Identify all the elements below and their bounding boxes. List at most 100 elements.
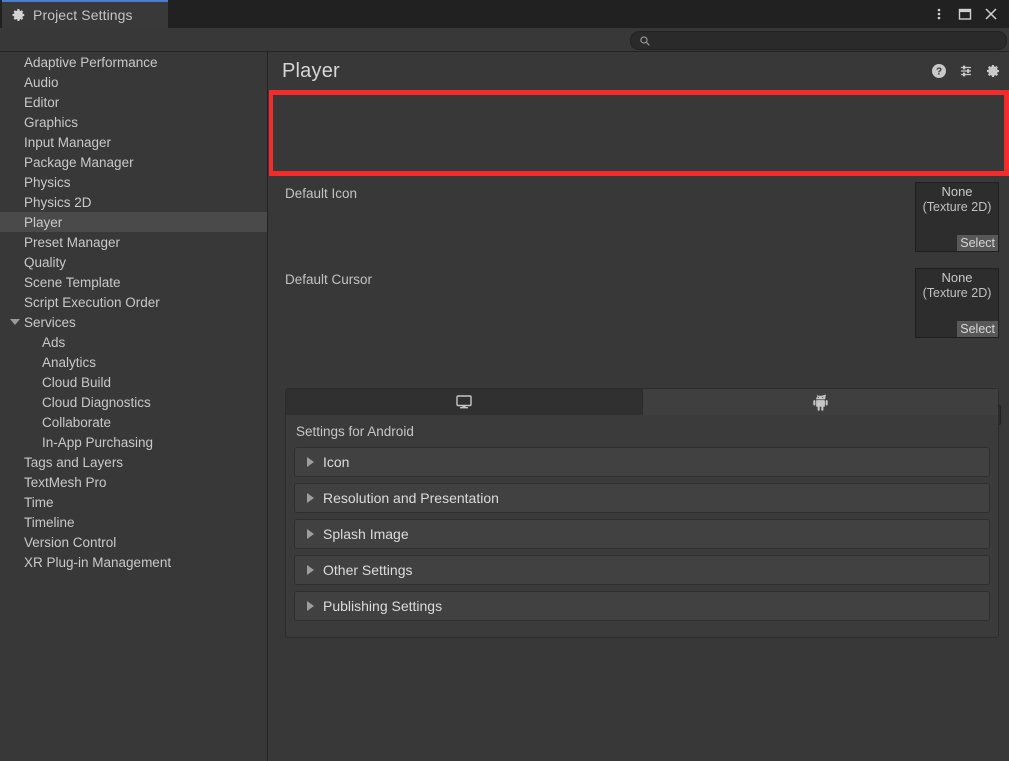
default-cursor-value: None (941, 270, 973, 285)
foldout-resolution-and-presentation[interactable]: Resolution and Presentation (294, 483, 990, 513)
svg-text:?: ? (936, 67, 942, 78)
sidebar-item-audio[interactable]: Audio (0, 72, 267, 92)
default-icon-object-field[interactable]: None (Texture 2D) Select (915, 182, 999, 252)
sidebar-item-cloud-build[interactable]: Cloud Build (0, 372, 267, 392)
sidebar-item-label: Graphics (24, 114, 79, 130)
sidebar-item-in-app-purchasing[interactable]: In-App Purchasing (0, 432, 267, 452)
chevron-right-icon[interactable] (307, 457, 314, 467)
tab-label: Project Settings (33, 7, 133, 23)
settings-sidebar[interactable]: Adaptive Performance Audio Editor Graphics I… (0, 52, 268, 761)
sidebar-item-physics[interactable]: Physics (0, 172, 267, 192)
highlight-box (269, 90, 1009, 176)
sidebar-item-label: Quality (24, 254, 67, 270)
sidebar-item-label: Tags and Layers (24, 454, 124, 470)
sidebar-item-physics-2d[interactable]: Physics 2D (0, 192, 267, 212)
sidebar-item-label: Physics 2D (24, 194, 92, 210)
sidebar-item-graphics[interactable]: Graphics (0, 112, 267, 132)
default-icon-value: None (941, 184, 973, 199)
sidebar-item-label: Player (24, 214, 63, 230)
sidebar-item-textmesh-pro[interactable]: TextMesh Pro (0, 472, 267, 492)
page-title: Player (282, 59, 340, 82)
foldout-label: Resolution and Presentation (323, 490, 499, 506)
default-cursor-label: Default Cursor (285, 272, 373, 287)
sidebar-item-time[interactable]: Time (0, 492, 267, 512)
settings-gear-icon[interactable] (985, 63, 1001, 79)
sidebar-item-analytics[interactable]: Analytics (0, 352, 267, 372)
panel-header-icons: ? (931, 52, 1001, 90)
window-controls (927, 0, 1003, 28)
sidebar-item-tags-and-layers[interactable]: Tags and Layers (0, 452, 267, 472)
default-cursor-object-field[interactable]: None (Texture 2D) Select (915, 268, 999, 338)
default-icon-type: (Texture 2D) (922, 200, 992, 214)
android-icon (813, 394, 828, 411)
sidebar-item-input-manager[interactable]: Input Manager (0, 132, 267, 152)
panel-header: Player ? (269, 52, 1009, 90)
foldout-other-settings[interactable]: Other Settings (294, 555, 990, 585)
foldout-label: Publishing Settings (323, 598, 443, 614)
sidebar-item-label: Ads (42, 334, 66, 350)
default-icon-select-button[interactable]: Select (957, 235, 998, 251)
sidebar-item-label: Script Execution Order (24, 294, 160, 310)
default-cursor-type: (Texture 2D) (922, 286, 992, 300)
tab-project-settings[interactable]: Project Settings (2, 0, 168, 28)
close-icon[interactable] (979, 2, 1003, 26)
sidebar-item-editor[interactable]: Editor (0, 92, 267, 112)
chevron-right-icon[interactable] (307, 529, 314, 539)
project-settings-window: Project Settings Adaptive Performance Au… (0, 0, 1009, 761)
chevron-right-icon[interactable] (307, 601, 314, 611)
sidebar-item-label: In-App Purchasing (42, 434, 154, 450)
sidebar-item-label: Cloud Build (42, 374, 112, 390)
foldout-splash-image[interactable]: Splash Image (294, 519, 990, 549)
sidebar-item-label: Scene Template (24, 274, 121, 290)
platform-tab-standalone[interactable] (286, 389, 643, 415)
sidebar-item-preset-manager[interactable]: Preset Manager (0, 232, 267, 252)
sidebar-item-player[interactable]: Player (0, 212, 267, 232)
chevron-right-icon[interactable] (307, 565, 314, 575)
sidebar-item-label: Package Manager (24, 154, 134, 170)
preset-icon[interactable] (958, 63, 974, 79)
settings-for-label: Settings for Android (296, 424, 414, 439)
default-cursor-select-button[interactable]: Select (957, 321, 998, 337)
default-icon-label: Default Icon (285, 186, 358, 201)
sidebar-item-xr-plug-in-management[interactable]: XR Plug-in Management (0, 552, 267, 572)
sidebar-item-label: XR Plug-in Management (24, 554, 172, 570)
sidebar-item-adaptive-performance[interactable]: Adaptive Performance (0, 52, 267, 72)
maximize-icon[interactable] (953, 2, 977, 26)
help-icon[interactable]: ? (931, 63, 947, 79)
search-input[interactable] (656, 34, 996, 47)
platform-tab-android[interactable] (642, 389, 998, 415)
monitor-icon (456, 395, 472, 409)
sidebar-item-timeline[interactable]: Timeline (0, 512, 267, 532)
foldout-publishing-settings[interactable]: Publishing Settings (294, 591, 990, 621)
sidebar-item-label: Audio (24, 74, 59, 90)
sidebar-item-services[interactable]: Services (0, 312, 267, 332)
search-field[interactable] (630, 31, 1007, 50)
chevron-right-icon[interactable] (307, 493, 314, 503)
sidebar-item-label: Version Control (24, 534, 117, 550)
foldout-label: Other Settings (323, 562, 413, 578)
sidebar-item-cloud-diagnostics[interactable]: Cloud Diagnostics (0, 392, 267, 412)
sidebar-item-version-control[interactable]: Version Control (0, 532, 267, 552)
chevron-down-icon[interactable] (10, 319, 20, 325)
kebab-menu-icon[interactable] (927, 2, 951, 26)
search-icon (640, 35, 650, 46)
sidebar-item-script-execution-order[interactable]: Script Execution Order (0, 292, 267, 312)
sidebar-item-label: Preset Manager (24, 234, 121, 250)
sidebar-item-scene-template[interactable]: Scene Template (0, 272, 267, 292)
platform-tab-strip (286, 389, 998, 415)
sidebar-item-collaborate[interactable]: Collaborate (0, 412, 267, 432)
gear-icon (12, 8, 26, 22)
sidebar-item-ads[interactable]: Ads (0, 332, 267, 352)
sidebar-item-label: Physics (24, 174, 71, 190)
foldout-icon[interactable]: Icon (294, 447, 990, 477)
sidebar-item-label: Collaborate (42, 414, 112, 430)
sidebar-item-label: Services (24, 314, 76, 330)
sidebar-item-label: Editor (24, 94, 60, 110)
sidebar-item-quality[interactable]: Quality (0, 252, 267, 272)
sidebar-item-label: Adaptive Performance (24, 54, 158, 70)
player-settings-panel: Player ? Company NameSm (269, 52, 1009, 761)
sidebar-item-label: TextMesh Pro (24, 474, 107, 490)
sidebar-item-label: Time (24, 494, 54, 510)
sidebar-item-label: Input Manager (24, 134, 112, 150)
sidebar-item-package-manager[interactable]: Package Manager (0, 152, 267, 172)
